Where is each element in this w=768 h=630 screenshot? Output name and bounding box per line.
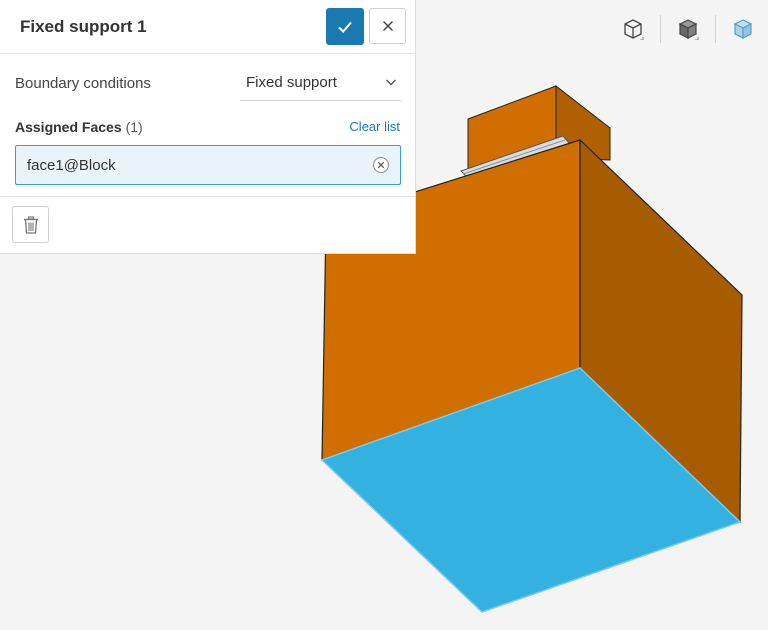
assigned-faces-label: Assigned Faces <box>15 119 122 135</box>
boundary-conditions-select[interactable]: Fixed support <box>240 64 401 101</box>
panel-divider <box>0 196 415 197</box>
assigned-faces-heading: Assigned Faces (1) <box>15 119 143 135</box>
trash-icon <box>23 215 38 234</box>
toolbar-divider <box>660 15 661 43</box>
transparent-view-button[interactable] <box>726 12 760 46</box>
assigned-face-item[interactable]: face1@Block <box>15 145 401 185</box>
boundary-conditions-value: Fixed support <box>246 74 337 91</box>
clear-list-link[interactable]: Clear list <box>349 119 400 134</box>
remove-face-icon[interactable] <box>372 156 390 174</box>
wireframe-view-button[interactable] <box>616 12 650 46</box>
solid-cube-icon <box>678 19 699 40</box>
delete-button[interactable] <box>12 206 49 243</box>
boundary-conditions-label: Boundary conditions <box>15 75 151 92</box>
assigned-faces-count: (1) <box>125 119 143 135</box>
chevron-down-icon <box>386 79 396 86</box>
close-icon <box>382 20 393 32</box>
toolbar-divider <box>715 15 716 43</box>
boundary-condition-panel: Fixed support 1 Boundary conditions Fixe… <box>0 0 416 254</box>
panel-title: Fixed support 1 <box>20 17 147 36</box>
wireframe-cube-icon <box>624 19 644 40</box>
assigned-face-label: face1@Block <box>27 157 116 174</box>
close-button[interactable] <box>369 8 406 44</box>
transparent-cube-icon <box>733 19 753 39</box>
view-toolbar <box>616 12 760 46</box>
confirm-button[interactable] <box>326 8 364 45</box>
check-icon <box>338 21 352 33</box>
solid-view-button[interactable] <box>671 12 705 46</box>
panel-header: Fixed support 1 <box>0 0 415 54</box>
